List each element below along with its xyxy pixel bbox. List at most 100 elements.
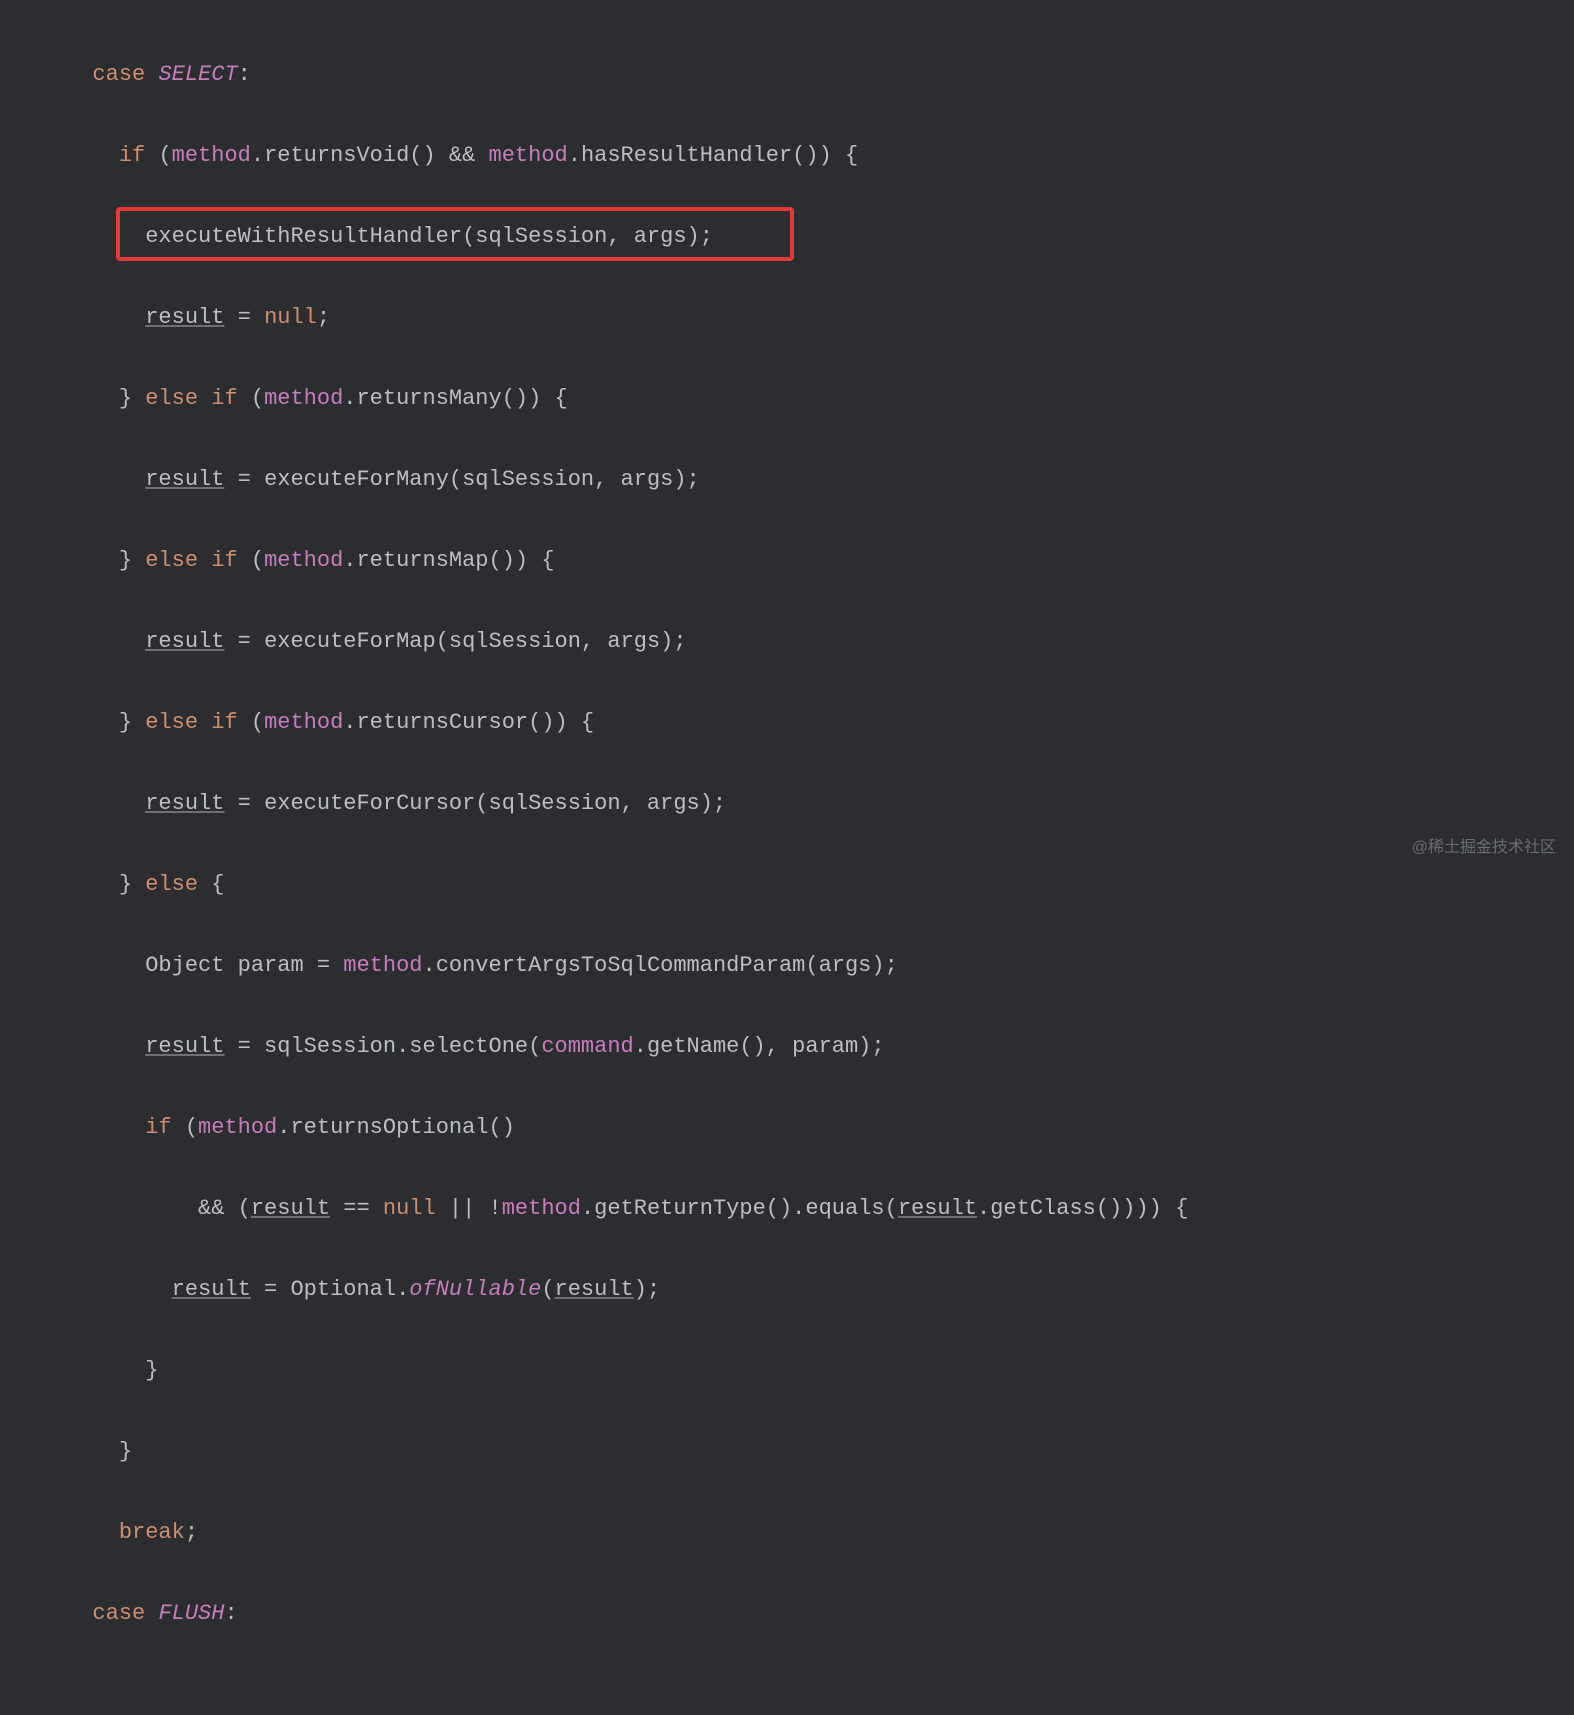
code-line: } xyxy=(0,1351,1574,1392)
token: . xyxy=(977,1196,990,1221)
token: = Optional. xyxy=(251,1277,409,1302)
token: . xyxy=(343,386,356,411)
keyword-null: null xyxy=(383,1196,436,1221)
token: ( xyxy=(238,386,264,411)
token: = xyxy=(224,629,264,654)
code-line: result = sqlSession.selectOne(command.ge… xyxy=(0,1027,1574,1068)
token: ; xyxy=(317,305,330,330)
token: = xyxy=(224,791,264,816)
token: } xyxy=(119,710,145,735)
keyword-null: null xyxy=(264,305,317,330)
identifier: method xyxy=(172,143,251,168)
identifier: command xyxy=(541,1034,633,1059)
token: ( xyxy=(541,1277,554,1302)
method-name: returnsVoid xyxy=(264,143,409,168)
identifier: method xyxy=(502,1196,581,1221)
token: . xyxy=(343,548,356,573)
method-name: executeForMap xyxy=(264,629,436,654)
variable-result: result xyxy=(898,1196,977,1221)
code-line: } else if (method.returnsMap()) { xyxy=(0,541,1574,582)
token: ()) xyxy=(502,386,542,411)
code-line: } xyxy=(0,1432,1574,1473)
identifier: method xyxy=(264,548,343,573)
keyword-elseif: else if xyxy=(145,548,237,573)
token: ( xyxy=(885,1196,898,1221)
token: == xyxy=(330,1196,383,1221)
identifier: method xyxy=(264,710,343,735)
code-line: Object param = method.convertArgsToSqlCo… xyxy=(0,946,1574,987)
token: && xyxy=(436,143,489,168)
token: ()) xyxy=(489,548,529,573)
code-line: result = executeForCursor(sqlSession, ar… xyxy=(0,784,1574,825)
token: (sqlSession, args); xyxy=(475,791,726,816)
code-editor[interactable]: case SELECT: if (method.returnsVoid() &&… xyxy=(0,0,1574,1715)
code-line: break; xyxy=(0,1513,1574,1554)
token: : xyxy=(224,1601,237,1626)
keyword-elseif: else if xyxy=(145,386,237,411)
variable-result: result xyxy=(145,467,224,492)
code-line: } else { xyxy=(0,865,1574,906)
token: (sqlSession, args); xyxy=(462,224,713,249)
token: . xyxy=(251,143,264,168)
method-name: returnsCursor xyxy=(356,710,528,735)
method-name: getClass xyxy=(990,1196,1096,1221)
token: { xyxy=(528,548,554,573)
token: } xyxy=(119,386,145,411)
method-name: returnsMap xyxy=(356,548,488,573)
keyword-else: else xyxy=(145,872,198,897)
token: (args); xyxy=(805,953,897,978)
enum-flush: FLUSH xyxy=(158,1601,224,1626)
variable-result: result xyxy=(145,791,224,816)
keyword-if: if xyxy=(145,1115,171,1140)
token: { xyxy=(541,386,567,411)
code-line: result = executeForMap(sqlSession, args)… xyxy=(0,622,1574,663)
code-line: case FLUSH: xyxy=(0,1594,1574,1635)
token: } xyxy=(145,1358,158,1383)
token: = xyxy=(224,467,264,492)
code-line-highlighted: result = executeForMany(sqlSession, args… xyxy=(0,460,1574,501)
token: () xyxy=(409,143,435,168)
variable-result: result xyxy=(172,1277,251,1302)
code-line: result = null; xyxy=(0,298,1574,339)
code-line: case SELECT: xyxy=(0,55,1574,96)
method-name: returnsMany xyxy=(356,386,501,411)
token: ()))) { xyxy=(1096,1196,1188,1221)
token: () xyxy=(739,1034,765,1059)
method-name: executeForCursor xyxy=(264,791,475,816)
token: . xyxy=(277,1115,290,1140)
identifier: method xyxy=(489,143,568,168)
token: = sqlSession.selectOne( xyxy=(224,1034,541,1059)
keyword-case: case xyxy=(92,1601,145,1626)
variable-result: result xyxy=(145,305,224,330)
token: () xyxy=(489,1115,515,1140)
identifier: method xyxy=(198,1115,277,1140)
token: ; xyxy=(185,1520,198,1545)
method-name: executeForMany xyxy=(264,467,449,492)
token: ( xyxy=(238,548,264,573)
token: . xyxy=(568,143,581,168)
method-name: hasResultHandler xyxy=(581,143,792,168)
variable-result: result xyxy=(555,1277,634,1302)
token: , param); xyxy=(766,1034,885,1059)
code-line: } else if (method.returnsMany()) { xyxy=(0,379,1574,420)
static-method: ofNullable xyxy=(409,1277,541,1302)
token: (). xyxy=(766,1196,806,1221)
code-line: } else if (method.returnsCursor()) { xyxy=(0,703,1574,744)
token: ( xyxy=(172,1115,198,1140)
variable-result: result xyxy=(251,1196,330,1221)
token: ()) xyxy=(528,710,568,735)
token: . xyxy=(423,953,436,978)
code-line: result = Optional.ofNullable(result); xyxy=(0,1270,1574,1311)
variable-result: result xyxy=(145,629,224,654)
token: : xyxy=(238,62,251,87)
token: { xyxy=(832,143,858,168)
token: } xyxy=(119,1439,132,1464)
identifier: method xyxy=(343,953,422,978)
keyword-case: case xyxy=(92,62,145,87)
variable-result: result xyxy=(145,1034,224,1059)
token: ( xyxy=(238,710,264,735)
token: . xyxy=(343,710,356,735)
token: } xyxy=(119,872,145,897)
token: (sqlSession, args); xyxy=(449,467,700,492)
keyword-if: if xyxy=(119,143,145,168)
